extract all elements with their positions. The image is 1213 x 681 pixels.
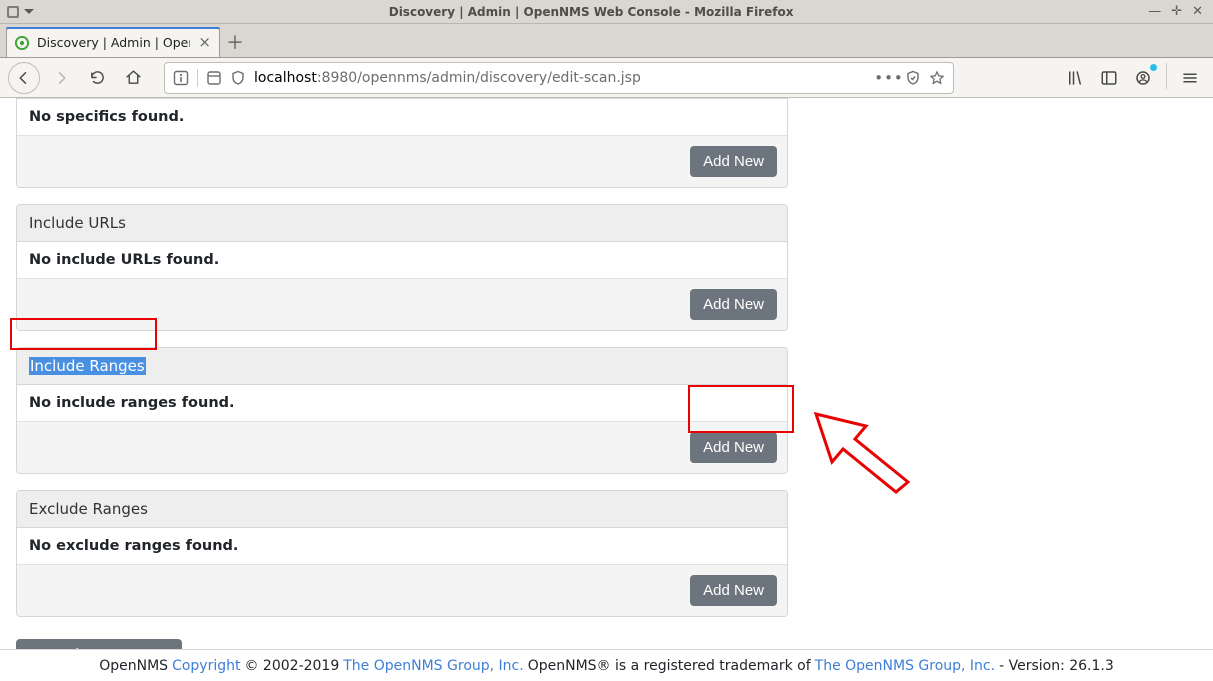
include-urls-heading: Include URLs	[17, 205, 787, 242]
toolbar-separator	[1166, 63, 1167, 89]
footer-trademark-text: OpenNMS® is a registered trademark of	[528, 658, 811, 674]
sidebar-button[interactable]	[1094, 63, 1124, 93]
footer-group-link-2[interactable]: The OpenNMS Group, Inc.	[815, 658, 995, 674]
new-tab-button[interactable]: ＋	[220, 27, 250, 57]
include-urls-add-new-button[interactable]: Add New	[690, 289, 777, 320]
include-ranges-heading: Include Ranges	[17, 348, 787, 385]
exclude-ranges-empty-text: No exclude ranges found.	[17, 528, 787, 565]
page-actions-icon[interactable]: •••	[881, 70, 897, 86]
app-menu-icon[interactable]	[6, 5, 20, 19]
page-content: No specifics found. Add New Include URLs…	[0, 98, 1213, 649]
account-notification-dot	[1150, 64, 1157, 71]
footer: OpenNMS Copyright © 2002-2019 The OpenNM…	[0, 649, 1213, 681]
url-separator	[197, 69, 198, 87]
browser-tab[interactable]: Discovery | Admin | OpenNM ×	[6, 27, 220, 57]
tracking-protection-icon[interactable]	[905, 70, 921, 86]
footer-version-text: - Version: 26.1.3	[999, 658, 1114, 674]
forward-button	[46, 63, 76, 93]
include-ranges-panel: Include Ranges No include ranges found. …	[16, 347, 788, 474]
url-text: localhost:8980/opennms/admin/discovery/e…	[254, 70, 641, 86]
app-menu-button[interactable]	[1175, 63, 1205, 93]
include-urls-panel: Include URLs No include URLs found. Add …	[16, 204, 788, 331]
annotation-arrow-icon	[808, 400, 918, 500]
active-tab-indicator	[6, 27, 220, 29]
footer-brand: OpenNMS	[99, 658, 168, 674]
tab-close-button[interactable]: ×	[198, 35, 211, 50]
home-button[interactable]	[118, 63, 148, 93]
tab-strip: Discovery | Admin | OpenNM × ＋	[0, 24, 1213, 58]
account-button[interactable]	[1128, 63, 1158, 93]
footer-copyright-link[interactable]: Copyright	[172, 658, 240, 674]
footer-copyright-text: © 2002-2019	[244, 658, 339, 674]
url-bar[interactable]: localhost:8980/opennms/admin/discovery/e…	[164, 62, 954, 94]
bookmark-star-icon[interactable]	[929, 70, 945, 86]
reload-button[interactable]	[82, 63, 112, 93]
include-ranges-add-new-button[interactable]: Add New	[690, 432, 777, 463]
include-urls-empty-text: No include URLs found.	[17, 242, 787, 279]
library-button[interactable]	[1060, 63, 1090, 93]
tab-favicon-icon	[15, 36, 29, 50]
specifics-add-new-button[interactable]: Add New	[690, 146, 777, 177]
tab-label: Discovery | Admin | OpenNM	[37, 35, 190, 50]
specifics-panel: No specifics found. Add New	[16, 98, 788, 188]
back-button[interactable]	[8, 62, 40, 94]
os-titlebar: Discovery | Admin | OpenNMS Web Console …	[0, 0, 1213, 24]
window-close-button[interactable]: ✕	[1192, 5, 1203, 18]
window-maximize-button[interactable]: ✛	[1171, 5, 1182, 18]
extension-shield-icon[interactable]	[230, 70, 246, 86]
exclude-ranges-panel: Exclude Ranges No exclude ranges found. …	[16, 490, 788, 617]
window-title: Discovery | Admin | OpenNMS Web Console …	[34, 5, 1148, 19]
footer-group-link-1[interactable]: The OpenNMS Group, Inc.	[343, 658, 523, 674]
site-info-icon[interactable]	[173, 70, 189, 86]
window-minimize-button[interactable]: —	[1148, 5, 1161, 18]
specifics-empty-text: No specifics found.	[17, 98, 787, 136]
navigation-toolbar: localhost:8980/opennms/admin/discovery/e…	[0, 58, 1213, 98]
exclude-ranges-heading: Exclude Ranges	[17, 491, 787, 528]
start-discovery-scan-button[interactable]: Start Discovery Scan	[16, 639, 182, 649]
include-ranges-empty-text: No include ranges found.	[17, 385, 787, 422]
permissions-icon[interactable]	[206, 70, 222, 86]
app-menu-chevron-icon[interactable]	[24, 7, 34, 17]
exclude-ranges-add-new-button[interactable]: Add New	[690, 575, 777, 606]
